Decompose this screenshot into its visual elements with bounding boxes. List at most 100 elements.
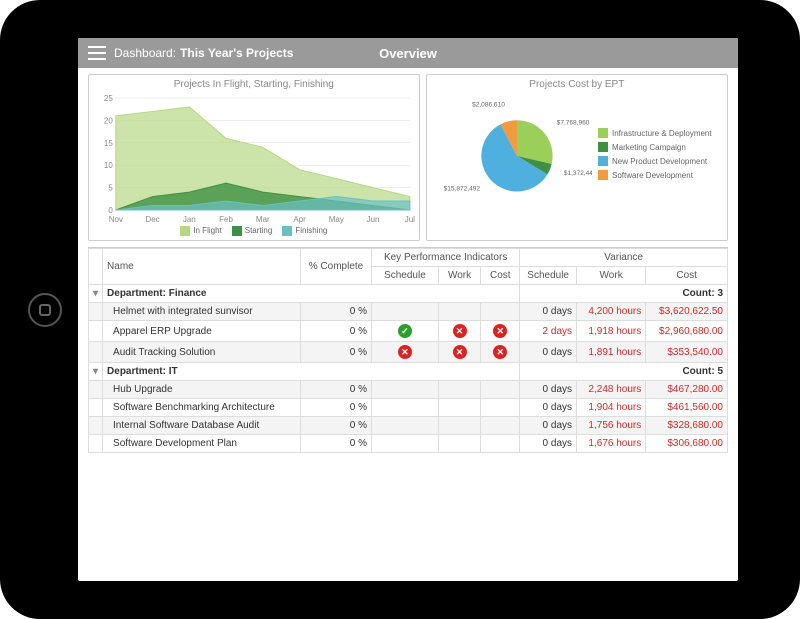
legend-item: Software Development <box>598 170 712 180</box>
cell-var-schedule: 0 days <box>520 417 577 435</box>
svg-text:$7,768,960: $7,768,960 <box>557 119 590 126</box>
col-group-var[interactable]: Variance <box>520 249 728 267</box>
legend-item: Marketing Campaign <box>598 142 712 152</box>
col-var-cost[interactable]: Cost <box>646 267 728 285</box>
cell-pct: 0 % <box>300 342 371 363</box>
cell-kpi-schedule <box>372 435 439 453</box>
cell-kpi-work <box>438 435 480 453</box>
cell-var-schedule: 0 days <box>520 303 577 321</box>
x-icon: ✕ <box>453 324 467 338</box>
breadcrumb-label: Dashboard: <box>114 46 176 60</box>
cell-kpi-work <box>438 303 480 321</box>
cell-pct: 0 % <box>300 417 371 435</box>
svg-text:0: 0 <box>108 206 113 215</box>
cell-var-work: 1,756 hours <box>577 417 646 435</box>
cell-kpi-schedule <box>372 399 439 417</box>
legend-item: Finishing <box>282 226 327 236</box>
area-chart: 0510152025NovDecJanFebMarAprMayJunJul <box>93 94 415 224</box>
cell-kpi-cost: ✕ <box>481 342 520 363</box>
svg-text:5: 5 <box>108 184 113 193</box>
cell-var-schedule: 0 days <box>520 342 577 363</box>
tablet-frame: Dashboard: This Year's Projects Overview… <box>0 0 800 619</box>
col-var-schedule[interactable]: Schedule <box>520 267 577 285</box>
cell-name: Software Development Plan <box>103 435 301 453</box>
pie-chart-title: Projects Cost by EPT <box>529 79 624 90</box>
svg-text:$2,086,610: $2,086,610 <box>472 102 505 109</box>
x-icon: ✕ <box>453 345 467 359</box>
cell-var-cost: $306,680.00 <box>646 435 728 453</box>
col-pct[interactable]: % Complete <box>300 249 371 285</box>
x-icon: ✕ <box>493 324 507 338</box>
svg-text:10: 10 <box>104 161 113 170</box>
table-row[interactable]: Apparel ERP Upgrade 0 % ✓ ✕ ✕ 2 days 1,9… <box>89 321 728 342</box>
cell-var-cost: $461,560.00 <box>646 399 728 417</box>
cell-kpi-cost <box>481 435 520 453</box>
charts-row: Projects In Flight, Starting, Finishing … <box>78 68 738 243</box>
home-button[interactable] <box>28 293 62 327</box>
cell-kpi-work: ✕ <box>438 321 480 342</box>
cell-var-cost: $2,960,680.00 <box>646 321 728 342</box>
cell-var-schedule: 0 days <box>520 381 577 399</box>
x-icon: ✕ <box>398 345 412 359</box>
chevron-down-icon[interactable]: ▾ <box>89 285 103 303</box>
pie-chart: $7,768,960 $1,372,440 $15,872,492 $2,086,61… <box>442 94 592 214</box>
svg-text:Dec: Dec <box>145 215 159 224</box>
cell-pct: 0 % <box>300 399 371 417</box>
cell-kpi-work <box>438 417 480 435</box>
col-group-kpi[interactable]: Key Performance Indicators <box>372 249 520 267</box>
breadcrumb-value[interactable]: This Year's Projects <box>180 46 293 60</box>
cell-kpi-cost <box>481 381 520 399</box>
group-label: Department: Finance <box>103 285 520 303</box>
cell-var-schedule: 2 days <box>520 321 577 342</box>
legend-item: Infrastructure & Deployment <box>598 128 712 138</box>
table-row[interactable]: Internal Software Database Audit 0 % 0 d… <box>89 417 728 435</box>
check-icon: ✓ <box>398 324 412 338</box>
svg-text:25: 25 <box>104 94 113 103</box>
col-name[interactable]: Name <box>103 249 301 285</box>
legend-item: New Product Development <box>598 156 712 166</box>
table-row[interactable]: Audit Tracking Solution 0 % ✕ ✕ ✕ 0 days… <box>89 342 728 363</box>
cell-pct: 0 % <box>300 321 371 342</box>
cell-kpi-schedule <box>372 417 439 435</box>
cell-kpi-schedule <box>372 303 439 321</box>
cell-kpi-cost <box>481 417 520 435</box>
cell-name: Software Benchmarking Architecture <box>103 399 301 417</box>
table-row[interactable]: Software Development Plan 0 % 0 days 1,6… <box>89 435 728 453</box>
header-bar: Dashboard: This Year's Projects Overview <box>78 38 738 68</box>
table-body: ▾ Department: Finance Count: 3 Helmet wi… <box>89 285 728 453</box>
svg-text:May: May <box>329 215 344 224</box>
col-kpi-cost[interactable]: Cost <box>481 267 520 285</box>
cell-kpi-schedule <box>372 381 439 399</box>
svg-text:Apr: Apr <box>293 215 306 224</box>
cell-name: Internal Software Database Audit <box>103 417 301 435</box>
svg-text:Jan: Jan <box>183 215 196 224</box>
col-kpi-work[interactable]: Work <box>438 267 480 285</box>
svg-text:20: 20 <box>104 116 113 125</box>
cell-kpi-work <box>438 399 480 417</box>
col-var-work[interactable]: Work <box>577 267 646 285</box>
group-count: Count: 5 <box>520 363 728 381</box>
table-group-row[interactable]: ▾ Department: IT Count: 5 <box>89 363 728 381</box>
cell-kpi-schedule: ✓ <box>372 321 439 342</box>
svg-text:Jun: Jun <box>367 215 380 224</box>
x-icon: ✕ <box>493 345 507 359</box>
chevron-down-icon[interactable]: ▾ <box>89 363 103 381</box>
cell-name: Audit Tracking Solution <box>103 342 301 363</box>
svg-text:$15,872,492: $15,872,492 <box>444 185 481 192</box>
cell-kpi-cost <box>481 303 520 321</box>
cell-var-schedule: 0 days <box>520 399 577 417</box>
col-kpi-schedule[interactable]: Schedule <box>372 267 439 285</box>
screen: Dashboard: This Year's Projects Overview… <box>78 38 738 581</box>
table-group-row[interactable]: ▾ Department: Finance Count: 3 <box>89 285 728 303</box>
menu-icon[interactable] <box>88 46 106 60</box>
area-chart-legend: In FlightStartingFinishing <box>180 226 327 236</box>
cell-name: Apparel ERP Upgrade <box>103 321 301 342</box>
table-row[interactable]: Software Benchmarking Architecture 0 % 0… <box>89 399 728 417</box>
svg-text:Mar: Mar <box>256 215 270 224</box>
svg-text:$1,372,440: $1,372,440 <box>564 170 592 177</box>
cell-pct: 0 % <box>300 303 371 321</box>
cell-name: Helmet with integrated sunvisor <box>103 303 301 321</box>
cell-kpi-schedule: ✕ <box>372 342 439 363</box>
table-row[interactable]: Hub Upgrade 0 % 0 days 2,248 hours $467,… <box>89 381 728 399</box>
table-row[interactable]: Helmet with integrated sunvisor 0 % 0 da… <box>89 303 728 321</box>
